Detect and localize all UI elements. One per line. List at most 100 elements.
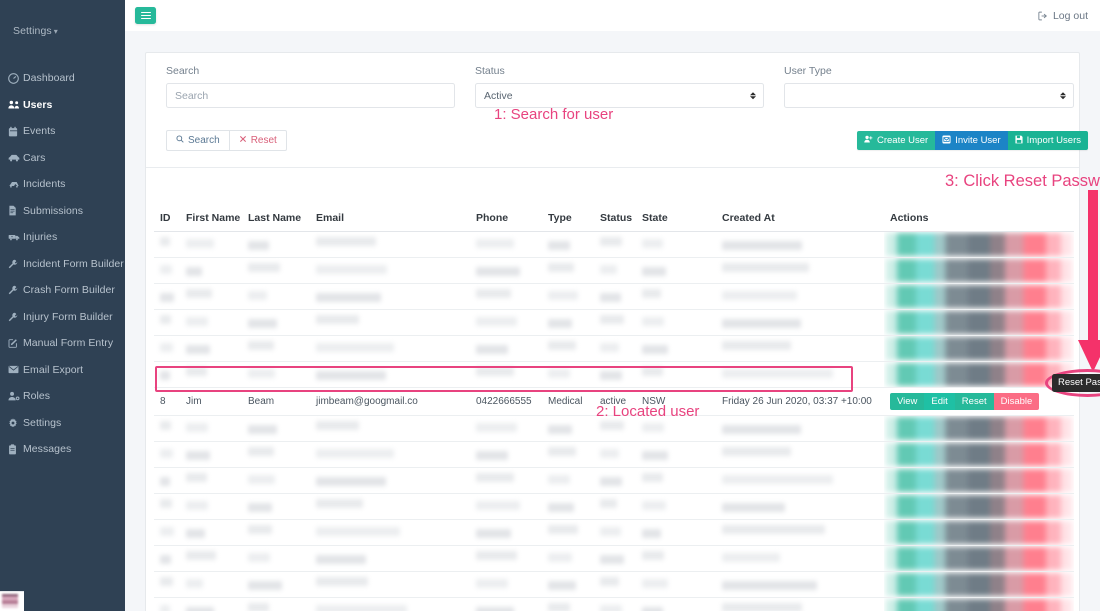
- th-id[interactable]: ID: [154, 206, 180, 232]
- table-cell-redacted: [542, 493, 594, 520]
- table-cell-redacted: [242, 361, 310, 388]
- th-status[interactable]: Status: [594, 206, 636, 232]
- reset-button[interactable]: Reset: [229, 130, 287, 151]
- table-cell-redacted: [242, 283, 310, 310]
- import-users-label: Import Users: [1026, 135, 1081, 146]
- redacted-block: [316, 293, 381, 302]
- sidebar-item-crash-form-builder[interactable]: Crash Form Builder: [0, 277, 125, 304]
- th-state[interactable]: State: [636, 206, 716, 232]
- th-first-name[interactable]: First Name: [180, 206, 242, 232]
- logout-button[interactable]: Log out: [1038, 10, 1088, 22]
- reset-password-button[interactable]: Reset: [954, 393, 994, 410]
- table-row-redacted[interactable]: [154, 597, 1074, 611]
- table-row-redacted[interactable]: [154, 519, 1074, 546]
- actions-redacted: [886, 495, 1072, 518]
- table-row-redacted[interactable]: [154, 467, 1074, 494]
- edit-button[interactable]: Edit: [924, 393, 955, 410]
- user-type-select[interactable]: [784, 83, 1074, 108]
- sidebar-item-settings[interactable]: Settings: [0, 410, 125, 437]
- redacted-block: [160, 371, 170, 380]
- redacted-block: [186, 529, 205, 538]
- sidebar-item-cars[interactable]: Cars: [0, 145, 125, 172]
- redacted-block: [160, 265, 172, 274]
- filter-bar: Search Status User Type: [146, 53, 1079, 108]
- import-users-button[interactable]: Import Users: [1007, 131, 1088, 150]
- redacted-block: [642, 607, 663, 611]
- table-row-redacted[interactable]: [154, 335, 1074, 362]
- redacted-block: [476, 423, 517, 432]
- th-phone[interactable]: Phone: [470, 206, 542, 232]
- sidebar-item-email-export[interactable]: Email Export: [0, 357, 125, 384]
- table-cell-redacted: [594, 571, 636, 598]
- sidebar-item-label: Crash Form Builder: [23, 284, 115, 297]
- sidebar-user-block[interactable]: Settings ▾: [0, 0, 125, 47]
- sidebar-item-roles[interactable]: Roles: [0, 383, 125, 410]
- table-cell-redacted: [242, 571, 310, 598]
- sidebar-item-incident-form-builder[interactable]: Incident Form Builder: [0, 251, 125, 278]
- sidebar-item-submissions[interactable]: Submissions: [0, 198, 125, 225]
- table-cell-redacted: [180, 545, 242, 572]
- sidebar-item-events[interactable]: Events: [0, 118, 125, 145]
- redacted-block: [248, 503, 272, 512]
- invite-user-button[interactable]: Invite User: [935, 131, 1008, 150]
- table-row-redacted[interactable]: [154, 257, 1074, 284]
- actions-redacted: [886, 521, 1072, 544]
- table-cell-redacted: [180, 231, 242, 258]
- create-user-button[interactable]: Create User: [857, 131, 936, 150]
- disable-button[interactable]: Disable: [993, 393, 1040, 410]
- search-button-label: Search: [188, 135, 220, 146]
- table-cell-redacted: [594, 519, 636, 546]
- sidebar-item-messages[interactable]: Messages: [0, 436, 125, 463]
- table-cell-redacted: [180, 571, 242, 598]
- th-created-at[interactable]: Created At: [716, 206, 884, 232]
- menu-toggle-button[interactable]: [135, 7, 156, 24]
- table-cell-redacted: [154, 361, 180, 388]
- sidebar-item-manual-form-entry[interactable]: Manual Form Entry: [0, 330, 125, 357]
- table-cell-redacted: [542, 519, 594, 546]
- sidebar-item-users[interactable]: Users: [0, 92, 125, 119]
- redacted-block: [548, 425, 572, 434]
- user-type-label: User Type: [784, 65, 832, 77]
- sidebar-item-dashboard[interactable]: Dashboard: [0, 65, 125, 92]
- redacted-block: [642, 451, 668, 460]
- table-cell-redacted: [884, 597, 1074, 611]
- th-last-name[interactable]: Last Name: [242, 206, 310, 232]
- table-cell-redacted: [542, 361, 594, 388]
- table-row-redacted[interactable]: [154, 571, 1074, 598]
- redacted-block: [642, 579, 668, 588]
- table-cell-redacted: [884, 283, 1074, 310]
- user-plus-icon: [864, 135, 873, 146]
- redacted-block: [316, 237, 376, 246]
- search-button[interactable]: Search: [166, 130, 230, 151]
- table-cell-redacted: [884, 493, 1074, 520]
- table-cell-redacted: [154, 467, 180, 494]
- table-cell-redacted: [716, 571, 884, 598]
- search-input[interactable]: [166, 83, 455, 108]
- view-button[interactable]: View: [890, 393, 925, 410]
- table-row-redacted[interactable]: [154, 545, 1074, 572]
- sidebar-settings-dropdown[interactable]: Settings ▾: [10, 25, 115, 37]
- table-row-redacted[interactable]: [154, 231, 1074, 258]
- redacted-block: [316, 343, 394, 352]
- table-cell-redacted: [594, 335, 636, 362]
- redacted-block: [160, 237, 170, 246]
- table-cell-redacted: [154, 257, 180, 284]
- redacted-block: [186, 501, 208, 510]
- th-type[interactable]: Type: [542, 206, 594, 232]
- table-row-redacted[interactable]: [154, 361, 1074, 388]
- redacted-block: [316, 477, 386, 486]
- table-cell-redacted: [542, 545, 594, 572]
- redacted-block: [248, 525, 272, 534]
- table-cell-redacted: [884, 467, 1074, 494]
- table-cell-redacted: [470, 545, 542, 572]
- table-row-redacted[interactable]: [154, 309, 1074, 336]
- table-row-redacted[interactable]: [154, 441, 1074, 468]
- sidebar-item-incidents[interactable]: Incidents: [0, 171, 125, 198]
- status-select[interactable]: [475, 83, 764, 108]
- sidebar-item-injuries[interactable]: Injuries: [0, 224, 125, 251]
- table-row-redacted[interactable]: [154, 283, 1074, 310]
- sidebar-item-injury-form-builder[interactable]: Injury Form Builder: [0, 304, 125, 331]
- divider: [146, 167, 1079, 168]
- table-row-redacted[interactable]: [154, 493, 1074, 520]
- th-email[interactable]: Email: [310, 206, 470, 232]
